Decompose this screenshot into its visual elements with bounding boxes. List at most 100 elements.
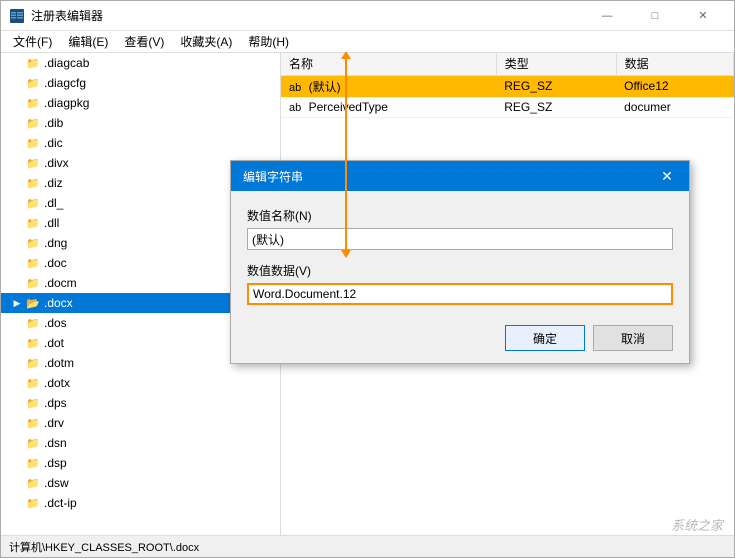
tree-item-dib[interactable]: 📁 .dib [1,113,280,133]
folder-icon: 📁 [25,395,41,411]
reg-icon: ab [289,102,301,114]
tree-label: .divx [44,156,69,170]
reg-name: (默认) [309,80,341,94]
reg-icon: ab [289,82,301,94]
tree-label: .diagpkg [44,96,89,110]
tree-label: .dib [44,116,63,130]
tree-label: .dotx [44,376,70,390]
reg-type-cell: REG_SZ [496,75,616,97]
tree-item-dct-ip[interactable]: 📁 .dct-ip [1,493,280,513]
col-header-data: 数据 [616,53,733,75]
window-controls: — □ ✕ [584,1,726,31]
menu-bar: 文件(F) 编辑(E) 查看(V) 收藏夹(A) 帮助(H) [1,31,734,53]
tree-item-diagcab[interactable]: 📁 .diagcab [1,53,280,73]
tree-label: .diagcab [44,56,89,70]
data-field-input[interactable] [247,283,673,305]
tree-arrow [9,55,25,71]
tree-item-dsp[interactable]: 📁 .dsp [1,453,280,473]
dialog-buttons: 确定 取消 [247,325,673,351]
folder-icon: 📁 [25,235,41,251]
col-header-name: 名称 [281,53,496,75]
tree-label: .dl_ [44,196,63,210]
status-bar: 计算机\HKEY_CLASSES_ROOT\.docx [1,535,734,557]
tree-label: .diz [44,176,63,190]
folder-icon: 📁 [25,155,41,171]
tree-item-dsn[interactable]: 📁 .dsn [1,433,280,453]
maximize-button[interactable]: □ [632,1,678,31]
col-header-type: 类型 [496,53,616,75]
dialog-close-button[interactable]: ✕ [657,166,677,186]
tree-label: .dng [44,236,67,250]
status-text: 计算机\HKEY_CLASSES_ROOT\.docx [9,539,199,555]
minimize-button[interactable]: — [584,1,630,31]
tree-label: .dos [44,316,67,330]
data-field-label: 数值数据(V) [247,262,673,279]
folder-icon: 📁 [25,415,41,431]
folder-icon: 📁 [25,115,41,131]
menu-file[interactable]: 文件(F) [5,31,60,52]
folder-icon: 📁 [25,495,41,511]
tree-label: .dot [44,336,64,350]
tree-label: .docm [44,276,77,290]
name-field-input[interactable] [247,228,673,250]
tree-label: .dic [44,136,63,150]
tree-label: .dsn [44,436,67,450]
tree-label: .dct-ip [44,496,77,510]
folder-icon: 📁 [25,95,41,111]
reg-name-cell: ab PerceivedType [281,97,496,117]
menu-favorites[interactable]: 收藏夹(A) [172,31,240,52]
tree-label-docx: .docx [44,296,73,310]
folder-icon: 📁 [25,135,41,151]
folder-icon: 📁 [25,175,41,191]
dialog-body: 数值名称(N) 数值数据(V) 确定 取消 [231,191,689,363]
tree-label: .drv [44,416,64,430]
title-bar: 注册表编辑器 — □ ✕ [1,1,734,31]
app-icon [9,8,25,24]
table-row[interactable]: ab PerceivedType REG_SZ documer [281,97,734,117]
reg-name-cell: ab (默认) [281,75,496,97]
folder-icon: 📁 [25,275,41,291]
menu-edit[interactable]: 编辑(E) [60,31,116,52]
folder-icon: 📁 [25,475,41,491]
edit-string-dialog: 编辑字符串 ✕ 数值名称(N) 数值数据(V) 确定 取消 [230,160,690,364]
folder-icon: 📁 [25,375,41,391]
tree-label: .dsp [44,456,67,470]
folder-icon: 📁 [25,215,41,231]
dialog-title: 编辑字符串 [243,168,303,185]
cancel-button[interactable]: 取消 [593,325,673,351]
window-title: 注册表编辑器 [31,7,103,24]
folder-icon: 📁 [25,75,41,91]
folder-icon: 📁 [25,55,41,71]
reg-type-cell: REG_SZ [496,97,616,117]
tree-item-dsw[interactable]: 📁 .dsw [1,473,280,493]
name-field-label: 数值名称(N) [247,207,673,224]
reg-data-cell: Office12 [616,75,733,97]
menu-help[interactable]: 帮助(H) [240,31,297,52]
folder-icon: 📁 [25,315,41,331]
tree-item-dic[interactable]: 📁 .dic [1,133,280,153]
tree-label: .dotm [44,356,74,370]
window-close-button[interactable]: ✕ [680,1,726,31]
reg-name: PerceivedType [309,100,388,114]
ok-button[interactable]: 确定 [505,325,585,351]
folder-icon: 📁 [25,335,41,351]
tree-label: .dsw [44,476,69,490]
title-bar-left: 注册表编辑器 [9,7,103,24]
tree-label: .dps [44,396,67,410]
tree-item-drv[interactable]: 📁 .drv [1,413,280,433]
folder-icon: 📁 [25,435,41,451]
folder-icon: 📁 [25,255,41,271]
tree-item-diagpkg[interactable]: 📁 .diagpkg [1,93,280,113]
folder-open-icon: 📂 [25,295,41,311]
table-row[interactable]: ab (默认) REG_SZ Office12 [281,75,734,97]
tree-item-diagcfg[interactable]: 📁 .diagcfg [1,73,280,93]
tree-label: .diagcfg [44,76,86,90]
tree-label: .doc [44,256,67,270]
tree-item-dps[interactable]: 📁 .dps [1,393,280,413]
tree-expand-arrow[interactable]: ▶ [9,295,25,311]
tree-item-dotx[interactable]: 📁 .dotx [1,373,280,393]
dialog-title-bar: 编辑字符串 ✕ [231,161,689,191]
tree-label: .dll [44,216,59,230]
registry-table: 名称 类型 数据 ab (默认) REG_SZ Office12 [281,53,734,118]
menu-view[interactable]: 查看(V) [116,31,172,52]
